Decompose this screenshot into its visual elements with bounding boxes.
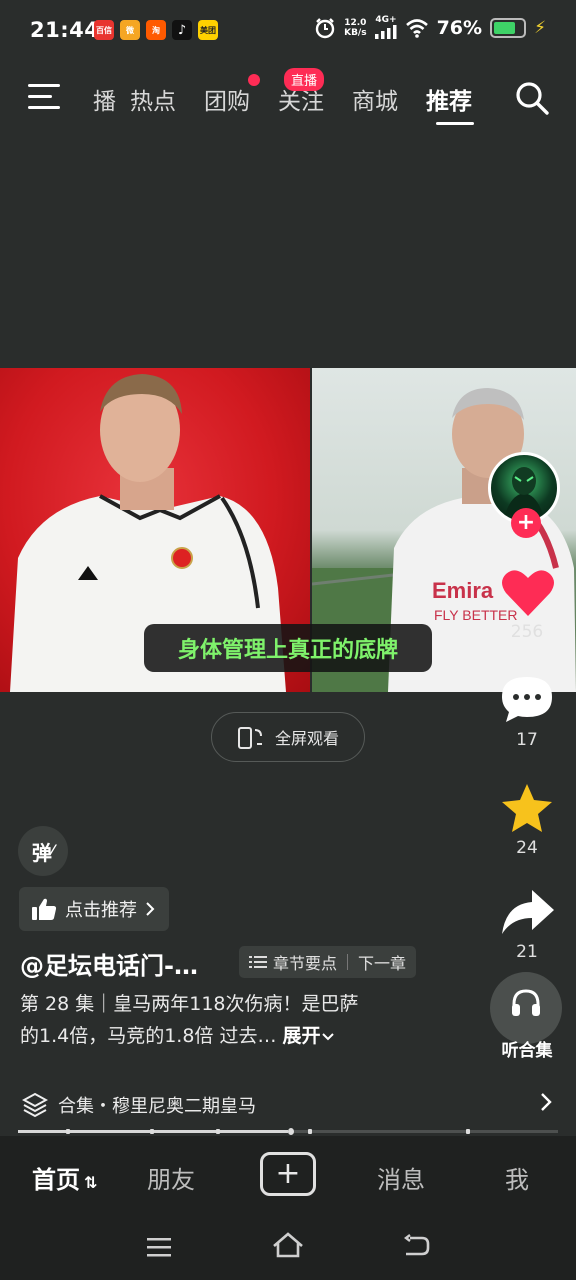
- nav-home[interactable]: 首页 ⇅: [32, 1160, 97, 1195]
- shopping-app-icon: 百信: [94, 20, 114, 40]
- favorite-icon[interactable]: [500, 782, 554, 834]
- meituan-icon: 美团: [198, 20, 218, 40]
- chapter-marker: [466, 1129, 470, 1134]
- fullscreen-label: 全屏观看: [274, 729, 339, 748]
- fullscreen-button[interactable]: 全屏观看: [211, 712, 365, 762]
- share-icon[interactable]: [500, 888, 554, 936]
- tab-hot[interactable]: 热点: [116, 82, 190, 116]
- weibo-icon: 微: [120, 20, 140, 40]
- chapter-marker: [308, 1129, 312, 1134]
- plus-icon: +: [275, 1156, 301, 1191]
- tab-mall[interactable]: 商城: [338, 82, 412, 116]
- chapter-marker: [66, 1129, 70, 1134]
- alarm-icon: [315, 17, 335, 38]
- headphones-icon: [512, 989, 540, 1016]
- video-subtitle: 身体管理上真正的底牌: [144, 624, 432, 672]
- favorite-count: 24: [516, 838, 538, 858]
- status-indicators: 12.0 KB/s 4G+ 76% ⚡: [314, 16, 546, 39]
- share-count: 21: [516, 942, 538, 962]
- menu-icon[interactable]: [28, 84, 60, 110]
- notification-dot: [248, 74, 260, 86]
- svg-text:Emira: Emira: [432, 578, 494, 603]
- tab-following[interactable]: 关注 直播: [264, 68, 338, 116]
- video-progress-bar[interactable]: [18, 1128, 558, 1135]
- danmu-toggle[interactable]: 弹 ⁄: [18, 826, 68, 876]
- tab-recommend[interactable]: 推荐: [412, 82, 486, 125]
- create-post-button[interactable]: +: [260, 1152, 316, 1196]
- notification-icons: 百信 微 淘 ♪ 美团: [94, 20, 218, 40]
- danmu-label: 弹: [31, 840, 52, 865]
- tiktok-icon: ♪: [172, 20, 192, 40]
- battery-percent: 76%: [436, 16, 483, 39]
- next-chapter-label: 下一章: [358, 954, 407, 973]
- clock: 21:44: [30, 18, 100, 42]
- status-bar: 21:44 百信 微 淘 ♪ 美团 12.0 KB/s 4G+ 76% ⚡: [0, 0, 576, 62]
- signal-icon: 4G+: [374, 16, 397, 39]
- description-line-2: 的1.4倍，马竞的1.8倍 过去… 展开: [20, 1020, 460, 1052]
- live-badge: 直播: [284, 68, 325, 91]
- chevron-right-icon: [146, 902, 155, 916]
- listen-collection-button[interactable]: [490, 972, 562, 1044]
- chapter-points-button[interactable]: 章节要点: [239, 950, 347, 974]
- wifi-icon: [405, 18, 428, 38]
- tab-group-buy[interactable]: 团购: [190, 74, 264, 116]
- progress-handle[interactable]: [288, 1128, 294, 1135]
- tab-live[interactable]: 播: [78, 82, 116, 116]
- chevron-right-icon: [541, 1093, 552, 1111]
- collection-name: 合集・穆里尼奥二期皇马: [58, 1096, 256, 1117]
- taobao-icon: 淘: [146, 20, 166, 40]
- expand-button[interactable]: 展开: [283, 1025, 335, 1047]
- home-icon[interactable]: [272, 1232, 304, 1260]
- chapter-points-label: 章节要点: [273, 954, 338, 973]
- recent-apps-icon[interactable]: [146, 1236, 172, 1258]
- top-nav: 播 热点 团购 关注 直播 商城 推荐: [0, 62, 576, 132]
- chapter-marker: [150, 1129, 154, 1134]
- active-tab-indicator: [436, 122, 474, 125]
- chapter-controls: 章节要点 下一章: [239, 946, 417, 978]
- nav-messages[interactable]: 消息: [377, 1160, 425, 1195]
- nav-friends[interactable]: 朋友: [147, 1160, 195, 1195]
- listen-collection-label: 听合集: [501, 1041, 553, 1061]
- author-name[interactable]: @足坛电话门-…: [20, 946, 198, 981]
- bottom-nav: 首页 ⇅ 朋友 + 消息 我: [0, 1136, 576, 1218]
- search-icon[interactable]: [514, 80, 550, 116]
- back-icon[interactable]: [402, 1234, 430, 1258]
- next-chapter-button[interactable]: 下一章: [348, 950, 416, 974]
- list-icon: [249, 956, 267, 968]
- feed-tabs: 播 热点 团购 关注 直播 商城 推荐: [78, 68, 486, 125]
- comment-icon[interactable]: [500, 674, 554, 724]
- chevron-down-icon: [321, 1033, 334, 1041]
- battery-icon: [490, 17, 527, 38]
- fullscreen-icon: [237, 727, 262, 749]
- thumbs-up-icon: [32, 898, 57, 920]
- layers-icon: [22, 1092, 48, 1118]
- follow-button[interactable]: +: [511, 508, 541, 538]
- chapter-marker: [216, 1129, 220, 1134]
- video-description: 第 28 集｜皇马两年118次伤病！是巴萨 的1.4倍，马竞的1.8倍 过去… …: [20, 988, 460, 1052]
- recommend-button[interactable]: 点击推荐: [19, 887, 169, 931]
- charging-icon: ⚡: [534, 17, 546, 38]
- comment-count: 17: [516, 730, 538, 750]
- description-line-1: 第 28 集｜皇马两年118次伤病！是巴萨: [20, 993, 359, 1015]
- collection-bar[interactable]: 合集・穆里尼奥二期皇马: [0, 1078, 576, 1130]
- system-nav-bar: [0, 1218, 576, 1280]
- like-icon[interactable]: [500, 566, 556, 618]
- net-speed: 12.0 KB/s: [344, 17, 367, 38]
- like-count: 256: [510, 622, 544, 642]
- recommend-label: 点击推荐: [65, 900, 137, 921]
- nav-me[interactable]: 我: [505, 1160, 529, 1195]
